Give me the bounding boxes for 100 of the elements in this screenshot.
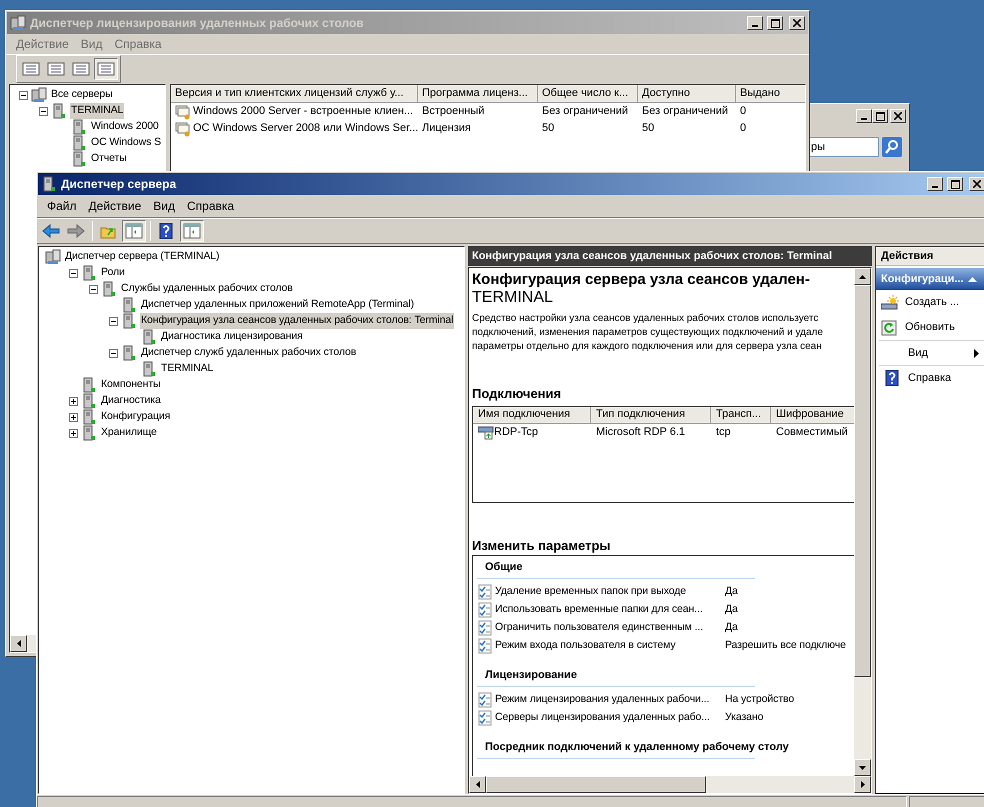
tree-item[interactable]: ОС Windows S	[90, 135, 162, 151]
close-button[interactable]	[890, 109, 906, 123]
scroll-right-button[interactable]	[854, 776, 871, 793]
action-item[interactable]: Создать ...	[876, 290, 984, 315]
column-header[interactable]: Версия и тип клиентских лицензий служб у...	[171, 85, 418, 103]
server-icon	[121, 297, 137, 313]
horizontal-scrollbar[interactable]	[469, 776, 871, 793]
table-cell-text: Без ограничений	[542, 104, 628, 120]
tree-item[interactable]: Отчеты	[90, 151, 128, 167]
collapse-toggle[interactable]	[108, 348, 118, 358]
expand-toggle[interactable]	[68, 428, 78, 438]
minimize-button[interactable]	[856, 109, 872, 123]
maximize-icon	[950, 180, 960, 188]
table-cell-text: Без ограничений	[642, 104, 728, 120]
tree-item[interactable]: TERMINAL	[70, 103, 124, 119]
server-icon	[101, 281, 117, 297]
server-icon	[81, 425, 97, 441]
checklist-icon	[477, 638, 493, 654]
column-header[interactable]: Доступно	[638, 85, 736, 103]
certificate-icon	[175, 104, 191, 120]
vertical-scrollbar[interactable]	[854, 268, 871, 776]
tree-item[interactable]: Хранилище	[100, 425, 158, 441]
tree-item[interactable]: Конфигурация	[100, 409, 172, 425]
scroll-left-button[interactable]	[469, 776, 486, 793]
action-item[interactable]: Обновить	[876, 315, 984, 340]
collapse-toggle[interactable]	[18, 90, 28, 100]
checklist-icon	[477, 710, 493, 726]
action-item[interactable]: Справка	[879, 365, 984, 390]
panel-icon	[183, 223, 201, 239]
menu-item[interactable]: Файл	[41, 197, 83, 215]
table-cell-text: 0	[740, 104, 746, 120]
plus-icon	[70, 414, 76, 420]
table-cell-text: RDP-Tcp	[494, 424, 538, 440]
tree-item[interactable]: Диагностика лицензирования	[160, 329, 304, 345]
expand-toggle[interactable]	[68, 396, 78, 406]
minus-icon	[40, 110, 46, 112]
tree-item[interactable]: Все серверы	[50, 87, 114, 103]
expand-toggle[interactable]	[68, 412, 78, 422]
scroll-down-button[interactable]	[854, 759, 871, 776]
description-line: параметры отдельно для каждого подключения или для сервера узла сеан	[472, 340, 823, 354]
minus-icon	[110, 352, 116, 354]
server-icon	[121, 345, 137, 361]
minimize-button[interactable]	[747, 16, 763, 30]
close-button[interactable]	[789, 16, 805, 30]
table-cell-text: Microsoft RDP 6.1	[596, 424, 686, 440]
certificate-icon	[175, 120, 191, 136]
setting-name: Режим лицензирования удаленных рабочи...	[495, 692, 710, 708]
tree-item[interactable]: Windows 2000	[90, 119, 160, 135]
setting-name: Удаление временных папок при выходе	[495, 584, 688, 600]
up-arrow-icon	[859, 274, 866, 278]
page-subtitle: TERMINAL	[472, 289, 554, 307]
tree-item[interactable]: Диспетчер служб удаленных рабочих столов	[140, 345, 358, 361]
pane-header: Конфигурация узла сеансов удаленных рабочих столов: Terminal	[468, 246, 872, 266]
server-icon	[81, 265, 97, 281]
column-header[interactable]: Выдано	[736, 85, 805, 103]
maximize-icon	[770, 18, 780, 28]
scroll-left-button[interactable]	[10, 635, 27, 652]
action-item[interactable]: Вид	[879, 340, 984, 365]
tree-item[interactable]: Конфигурация узла сеансов удаленных рабочих столов: Terminal	[140, 313, 454, 329]
collapse-toggle[interactable]	[88, 284, 98, 294]
search-button[interactable]	[881, 136, 903, 158]
toolbar-button[interactable]	[94, 58, 118, 80]
column-header[interactable]: Тип подключения	[591, 406, 711, 424]
collapse-toggle[interactable]	[108, 316, 118, 326]
column-header[interactable]: Программа лиценз...	[418, 85, 538, 103]
server-icon	[51, 103, 67, 119]
maximize-button[interactable]	[947, 177, 963, 191]
section-header[interactable]: Конфигураци...	[876, 268, 984, 290]
close-button[interactable]	[969, 177, 984, 191]
tree-item[interactable]: Службы удаленных рабочих столов	[120, 281, 294, 297]
column-header[interactable]: Имя подключения	[473, 406, 591, 424]
minimize-button[interactable]	[927, 177, 943, 191]
tree-item[interactable]: TERMINAL	[160, 361, 214, 377]
menu-item[interactable]: Действие	[82, 197, 148, 215]
table-cell-text: 0	[740, 121, 746, 136]
tree-item[interactable]: Диспетчер удаленных приложений RemoteApp (Terminal)	[140, 297, 416, 313]
tree-item[interactable]: Диагностика	[100, 393, 162, 409]
group-heading: Общие	[485, 561, 523, 573]
section-heading: Подключения	[472, 385, 562, 403]
tree-item[interactable]: Роли	[100, 265, 126, 281]
starburst-icon	[881, 294, 899, 310]
column-header[interactable]: Общее число к...	[538, 85, 638, 103]
tree-item[interactable]: Диспетчер сервера (TERMINAL)	[64, 249, 220, 265]
checklist-icon	[477, 602, 493, 618]
close-icon	[793, 19, 801, 27]
pane-header: Действия	[876, 247, 984, 266]
collapse-toggle[interactable]	[38, 106, 48, 116]
column-header[interactable]: Шифрование	[771, 406, 854, 424]
menu-item[interactable]: Вид	[147, 197, 181, 215]
menu-item[interactable]: Справка	[181, 197, 240, 215]
scroll-up-button[interactable]	[854, 268, 871, 285]
collapse-toggle[interactable]	[68, 268, 78, 278]
scroll-thumb[interactable]	[854, 285, 871, 677]
scroll-thumb[interactable]	[486, 776, 706, 793]
maximize-button[interactable]	[767, 16, 783, 30]
tree-item[interactable]: Компоненты	[100, 377, 162, 393]
maximize-button[interactable]	[872, 109, 888, 123]
column-header[interactable]: Трансп...	[711, 406, 771, 424]
server-icon	[81, 377, 97, 393]
search-field[interactable]: ры	[809, 137, 879, 157]
